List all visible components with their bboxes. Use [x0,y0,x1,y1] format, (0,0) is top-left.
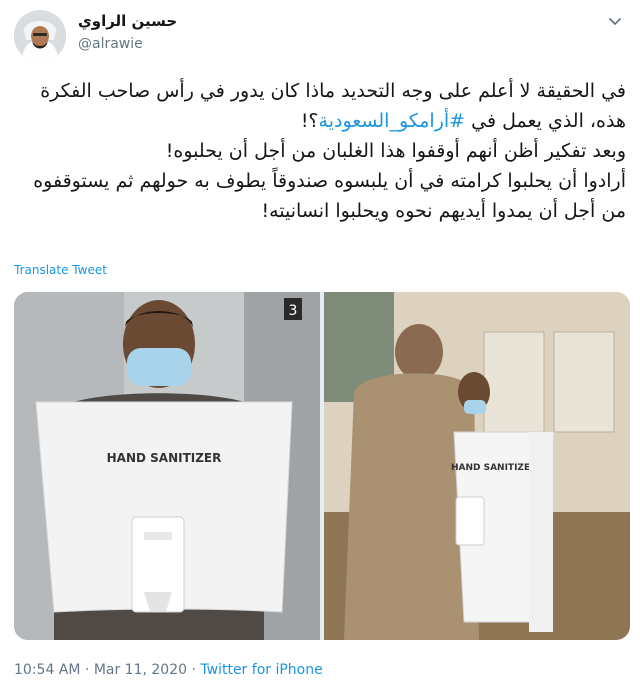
tweet-text: في الحقيقة لا أعلم على وجه التحديد ماذا … [16,76,626,226]
tweet-line-2-suffix: ؟! [300,110,319,132]
tweet-line-2: هذه، الذي يعمل في #أرامكو_السعودية؟! [16,106,626,136]
tweet-date[interactable]: Mar 11, 2020 [94,662,187,678]
elevator-number: 3 [289,303,298,319]
tweet-line-5: من أجل أن يمدوا أيديهم نحوه ويحلبوا انسا… [261,200,626,222]
author-name[interactable]: حسين الراوي [78,12,177,30]
author-handle[interactable]: @alrawie [78,36,143,52]
tweet-line-4: أرادوا أن يحلبوا كرامته في أن يلبسوه صند… [33,170,626,192]
avatar-image [14,10,66,62]
footer-separator: · [191,662,196,678]
tweet-time[interactable]: 10:54 AM [14,662,80,678]
tweet: حسين الراوي @alrawie في الحقيقة لا أعلم … [0,0,640,687]
right-sanitizer-label: HAND SANITIZER [451,463,537,473]
tweet-footer: 10:54 AM · Mar 11, 2020 · Twitter for iP… [14,662,323,678]
tweet-line-3: وبعد تفكير أظن أنهم أوقفوا هذا الغلبان م… [165,140,626,162]
avatar[interactable] [14,10,66,62]
left-sanitizer-label: HAND SANITIZER [107,451,222,465]
media-photo-left[interactable]: 3 HAND SANITIZER [14,292,320,640]
photo-right-image: HAND SANITIZER [324,292,630,640]
tweet-line-1: في الحقيقة لا أعلم على وجه التحديد ماذا … [40,80,626,102]
tweet-line-2-prefix: هذه، الذي يعمل في [471,110,626,132]
footer-separator: · [84,662,90,678]
tweet-source-link[interactable]: Twitter for iPhone [200,662,322,678]
photo-left-image: 3 HAND SANITIZER [14,292,320,640]
chevron-down-icon[interactable] [606,12,624,30]
hashtag-link[interactable]: #أرامكو_السعودية [319,110,466,132]
translate-tweet-link[interactable]: Translate Tweet [14,263,107,277]
media-photo-right[interactable]: HAND SANITIZER [324,292,630,640]
tweet-media[interactable]: 3 HAND SANITIZER HAND SANITIZER [14,292,630,640]
